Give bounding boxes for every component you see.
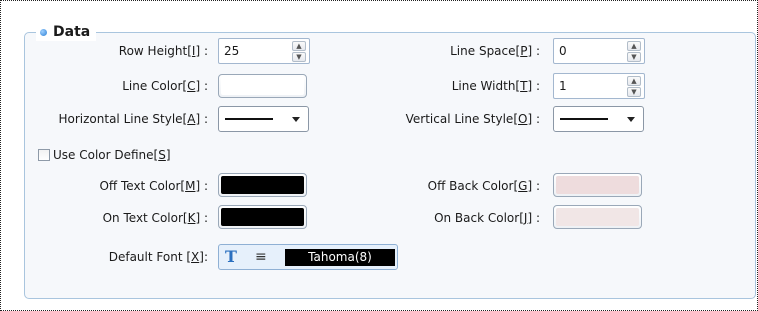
off-text-color-label: Off Text Color[M] :	[99, 179, 208, 193]
default-font-picker[interactable]: T ≡ Tahoma(8)	[218, 244, 398, 270]
on-back-color-swatch	[556, 208, 639, 226]
off-back-color-picker[interactable]	[553, 173, 642, 197]
use-color-define-label: Use Color Define[S]	[53, 148, 171, 162]
vertical-line-style-select[interactable]	[553, 106, 644, 132]
spin-down-icon[interactable]: ▼	[627, 52, 641, 62]
solid-line-preview	[225, 118, 273, 120]
off-back-color-swatch	[556, 176, 639, 194]
checkbox-box[interactable]	[38, 149, 50, 161]
chevron-down-icon[interactable]	[627, 117, 635, 122]
off-text-color-picker[interactable]	[218, 173, 307, 197]
line-color-swatch	[221, 77, 304, 95]
row-height-label: Row Height[I] :	[118, 44, 208, 58]
spin-down-icon[interactable]: ▼	[627, 87, 641, 97]
bullet-icon	[40, 28, 47, 36]
default-font-value[interactable]: Tahoma(8)	[285, 249, 395, 266]
line-space-label: Line Space[P] :	[450, 44, 540, 58]
horizontal-line-style-label: Horizontal Line Style[A] :	[58, 112, 208, 126]
on-back-color-label: On Back Color[J] :	[434, 211, 540, 225]
group-title: Data	[36, 23, 97, 41]
off-text-color-swatch	[221, 176, 304, 194]
spin-up-icon[interactable]: ▲	[627, 41, 641, 51]
row-height-value: 25	[224, 44, 240, 58]
on-text-color-label: On Text Color[K] :	[102, 211, 208, 225]
line-width-value: 1	[559, 79, 567, 93]
line-space-spinner[interactable]: 0 ▲ ▼	[553, 38, 645, 64]
row-height-spinner[interactable]: 25 ▲ ▼	[218, 38, 310, 64]
spin-up-icon[interactable]: ▲	[627, 76, 641, 86]
spin-up-icon[interactable]: ▲	[292, 41, 306, 51]
solid-line-preview	[560, 118, 608, 120]
line-space-value: 0	[559, 44, 567, 58]
line-color-picker[interactable]	[218, 74, 307, 98]
chevron-down-icon[interactable]	[292, 117, 300, 122]
on-text-color-picker[interactable]	[218, 205, 307, 229]
spin-down-icon[interactable]: ▼	[292, 52, 306, 62]
on-back-color-picker[interactable]	[553, 205, 642, 229]
font-T-icon[interactable]: T	[225, 249, 237, 265]
group-title-text: Data	[53, 24, 91, 40]
line-width-label: Line Width[T] :	[451, 79, 540, 93]
horizontal-line-style-select[interactable]	[218, 106, 309, 132]
off-back-color-label: Off Back Color[G] :	[427, 179, 540, 193]
align-center-icon[interactable]: ≡	[255, 250, 267, 264]
use-color-define-checkbox[interactable]: Use Color Define[S]	[38, 148, 171, 162]
on-text-color-swatch	[221, 208, 304, 226]
line-width-spinner[interactable]: 1 ▲ ▼	[553, 73, 645, 99]
vertical-line-style-label: Vertical Line Style[O] :	[405, 112, 540, 126]
default-font-label: Default Font [X]:	[108, 250, 208, 264]
line-color-label: Line Color[C] :	[122, 79, 208, 93]
